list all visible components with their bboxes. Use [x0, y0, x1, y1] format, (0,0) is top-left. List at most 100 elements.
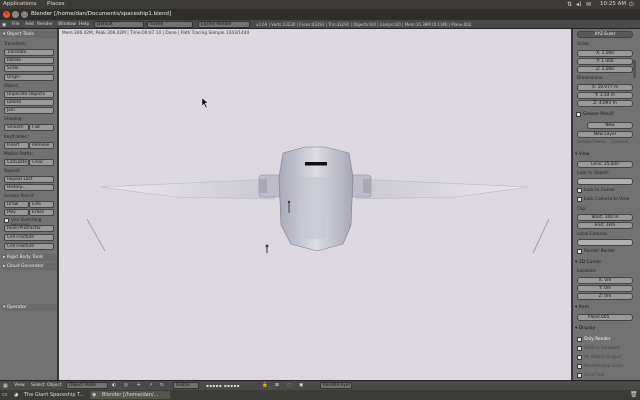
trash-icon[interactable]: 🗑 [630, 391, 638, 398]
rotation-mode-select[interactable]: XYZ Euler [577, 31, 633, 38]
menu-file[interactable]: File [12, 22, 20, 27]
scale-x-field[interactable]: X: 1.000 [577, 50, 633, 57]
operator-header[interactable]: ▾ Operator [1, 304, 57, 311]
properties-scrollbar[interactable] [633, 60, 636, 78]
cursor-x-field[interactable]: X: 0m [577, 277, 633, 284]
use-sketching-checkbox[interactable] [4, 218, 9, 223]
grid-floor-checkbox[interactable] [577, 373, 582, 378]
smooth-button[interactable]: Smooth [4, 124, 29, 131]
only-render-checkbox[interactable] [577, 337, 582, 342]
gp-poly-button[interactable]: Poly [4, 209, 29, 216]
history-button[interactable]: History... [4, 184, 54, 191]
mode-select[interactable]: Object Mode [66, 382, 108, 389]
gp-new-button[interactable]: New [587, 122, 633, 129]
clip-start-field[interactable]: Start: 100 m [577, 214, 633, 221]
join-button[interactable]: Join [4, 107, 54, 114]
remove-keyframe-button[interactable]: Remove [29, 142, 54, 149]
dimension-y-field[interactable]: Y: 1.54 m [577, 92, 633, 99]
menu-help[interactable]: Help [79, 22, 89, 27]
duplicate-objects-button[interactable]: Duplicate Objects [4, 91, 54, 98]
3d-viewport[interactable] [59, 29, 571, 380]
view-panel-title[interactable]: ▾ View [575, 152, 589, 157]
object-name-field[interactable]: Plane.005 [577, 314, 633, 321]
screen-layout-select[interactable]: Default [94, 21, 144, 28]
rigid-body-tools-header[interactable]: ▸ Rigid Body Tools [1, 254, 57, 261]
grease-pencil-checkbox[interactable] [576, 112, 581, 117]
menu-view[interactable]: View [14, 383, 25, 388]
lock-to-cursor-checkbox[interactable] [577, 188, 582, 193]
render-border-checkbox[interactable] [577, 249, 582, 254]
minimize-window-icon[interactable]: – [12, 11, 19, 18]
task-blender[interactable]: ◉ Blender [/home/dan/... [90, 391, 170, 399]
clear-paths-button[interactable]: Clear [29, 159, 54, 166]
all-object-origins-checkbox[interactable] [577, 355, 582, 360]
cell-fracture-button[interactable]: Cell Fracture [4, 234, 54, 241]
cell-fracture-button-2[interactable]: Cell Fracture [4, 243, 54, 250]
menu-select[interactable]: Select [31, 383, 45, 388]
grease-pencil-title[interactable]: Grease Pencil [583, 112, 613, 117]
task-browser[interactable]: ◕ The Giant Spaceship T... [12, 391, 87, 399]
rotate-manipulator-icon[interactable]: ↻ [160, 383, 164, 388]
scale-y-field[interactable]: Y: 1.000 [577, 58, 633, 65]
pivot-point-icon[interactable]: ◎ [124, 383, 128, 388]
show-desktop-icon[interactable]: ▭ [2, 391, 8, 398]
3d-cursor-panel-title[interactable]: ▾ 3D Cursor [575, 260, 601, 265]
item-panel-title[interactable]: ▾ Item [575, 305, 589, 310]
gp-line-button[interactable]: Line [29, 201, 54, 208]
viewport-shading-icon[interactable]: ◐ [112, 383, 116, 388]
places-menu[interactable]: Places [47, 1, 65, 7]
lock-icon[interactable]: 🔒 [262, 383, 268, 388]
delete-button[interactable]: Delete [4, 99, 54, 106]
cursor-y-field[interactable]: Y: 0m [577, 285, 633, 292]
layer-buttons[interactable]: ▪▪▪▪▪ ▪▪▪▪▪ [206, 383, 240, 388]
clip-end-field[interactable]: End: 1km [577, 222, 633, 229]
scene-select[interactable]: Scene [147, 21, 193, 28]
menu-add[interactable]: Add [25, 22, 34, 27]
mail-icon[interactable]: ✉ [586, 1, 591, 8]
lock-camera-checkbox[interactable] [577, 197, 582, 202]
lock-object-field[interactable] [577, 178, 633, 185]
outline-selected-checkbox[interactable] [577, 346, 582, 351]
lens-field[interactable]: Lens: 35.000 [577, 161, 633, 168]
dimension-z-field[interactable]: Z: 4.093 m [577, 100, 633, 107]
transform-orientation-select[interactable]: Global [173, 382, 199, 389]
ruler-protractor-button[interactable]: Ruler/Protractor [4, 225, 54, 232]
manipulator-icon[interactable]: ✛ [137, 383, 141, 388]
render-preview-icon[interactable]: ▣ [299, 383, 303, 388]
calculate-paths-button[interactable]: Calculate [4, 159, 29, 166]
snap-icon[interactable]: ⊠ [275, 383, 279, 388]
applications-menu[interactable]: Applications [3, 1, 37, 7]
blender-logo-icon[interactable]: ◉ [2, 22, 6, 28]
gp-new-layer-button[interactable]: New Layer [577, 131, 633, 138]
display-panel-title[interactable]: ▾ Display [575, 326, 595, 331]
cursor-z-field[interactable]: Z: 0m [577, 293, 633, 300]
clock[interactable]: 10:25 AM [600, 1, 626, 7]
close-window-icon[interactable]: × [3, 11, 10, 18]
scale-button[interactable]: Scale [4, 65, 54, 72]
dimension-x-field[interactable]: X: 10.077 m [577, 84, 633, 91]
render-layer-select[interactable]: RenderLayer [320, 382, 352, 389]
gp-erase-button[interactable]: Erase [29, 209, 54, 216]
repeat-last-button[interactable]: Repeat Last [4, 176, 54, 183]
editor-type-icon[interactable]: ▦ [3, 383, 8, 389]
network-icon[interactable]: ⇅ [567, 1, 572, 8]
speaker-icon[interactable]: ◂) [576, 1, 581, 8]
gp-draw-button[interactable]: Draw [4, 201, 29, 208]
rotate-button[interactable]: Rotate [4, 57, 54, 64]
translate-manipulator-icon[interactable]: ↗ [149, 383, 153, 388]
relationship-lines-checkbox[interactable] [577, 364, 582, 369]
render-engine-select[interactable]: Cycles Render [198, 21, 250, 28]
insert-keyframe-button[interactable]: Insert [4, 142, 29, 149]
menu-object[interactable]: Object [47, 383, 62, 388]
menu-window[interactable]: Window [58, 22, 76, 27]
local-camera-field[interactable] [577, 239, 633, 246]
translate-button[interactable]: Translate [4, 49, 54, 56]
object-tools-header[interactable]: ▾ Object Tools [1, 31, 57, 38]
menu-render[interactable]: Render [37, 22, 53, 27]
maximize-window-icon[interactable]: □ [21, 11, 28, 18]
scale-z-field[interactable]: Z: 1.000 [577, 66, 633, 73]
cloud-generator-header[interactable]: ▸ Cloud Generator [1, 263, 57, 270]
proportional-edit-icon[interactable]: ◌ [287, 383, 291, 388]
flat-button[interactable]: Flat [29, 124, 54, 131]
power-icon[interactable]: ⏻ [629, 1, 634, 9]
